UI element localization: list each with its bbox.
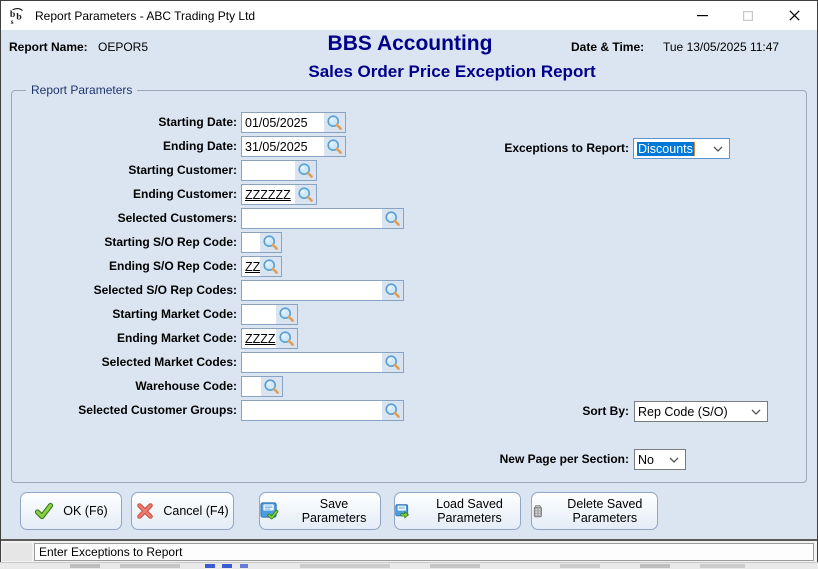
exceptions-to-report-select[interactable]: Discounts	[633, 138, 730, 159]
statusbar-grip	[2, 543, 32, 561]
delete-saved-parameters-button[interactable]: Delete Saved Parameters	[531, 492, 658, 530]
ending-so-rep-code-input[interactable]: ZZ	[241, 256, 282, 277]
magnifier-icon[interactable]	[382, 281, 403, 300]
selected-market-codes-label: Selected Market Codes:	[101, 355, 237, 369]
minimize-icon	[696, 14, 708, 16]
svg-text:s: s	[11, 18, 14, 25]
ending-market-code-label: Ending Market Code:	[116, 331, 237, 345]
selected-customers-label: Selected Customers:	[117, 211, 237, 225]
starting-customer-label: Starting Customer:	[128, 163, 237, 177]
bbs-app-icon: b b s	[10, 7, 23, 25]
field-row-warehouse-code: Warehouse Code:	[1, 376, 818, 397]
magnifier-icon[interactable]	[382, 209, 403, 228]
starting-market-code-input[interactable]	[241, 304, 298, 325]
starting-date-label: Starting Date:	[158, 115, 237, 129]
status-message: Enter Exceptions to Report	[39, 545, 183, 559]
new-page-per-section-label: New Page per Section:	[499, 452, 629, 466]
report-parameters-window: b b s Report Parameters - ABC Trading Pt…	[0, 0, 818, 562]
ending-date-label: Ending Date:	[163, 139, 237, 153]
field-row-ending-customer: Ending Customer: ZZZZZZ	[1, 184, 818, 205]
starting-customer-input[interactable]	[241, 160, 317, 181]
load-icon	[395, 504, 410, 519]
groupbox-title: Report Parameters	[26, 83, 138, 97]
magnifier-icon[interactable]	[382, 353, 403, 372]
warehouse-code-input[interactable]	[241, 376, 283, 397]
exceptions-to-report-label: Exceptions to Report:	[504, 141, 629, 155]
field-row-starting-customer: Starting Customer:	[1, 160, 818, 181]
report-title: Sales Order Price Exception Report	[308, 62, 596, 81]
magnifier-icon[interactable]	[261, 377, 282, 396]
background-window-sliver	[0, 563, 818, 569]
ending-date-input[interactable]: 31/05/2025	[241, 136, 346, 157]
ending-customer-label: Ending Customer:	[133, 187, 237, 201]
svg-text:b: b	[16, 11, 22, 22]
selected-market-codes-input[interactable]	[241, 352, 404, 373]
check-icon	[35, 502, 54, 520]
minimize-button[interactable]	[679, 1, 725, 30]
field-row-selected-market-codes: Selected Market Codes:	[1, 352, 818, 373]
ending-so-rep-code-label: Ending S/O Rep Code:	[109, 259, 237, 273]
close-icon	[788, 10, 800, 21]
field-row-ending-so-rep-code: Ending S/O Rep Code: ZZ	[1, 256, 818, 277]
maximize-icon	[743, 10, 753, 21]
dialog-content: Report Name: OEPOR5 BBS Accounting Sales…	[1, 30, 817, 538]
field-row-ending-market-code: Ending Market Code: ZZZZ	[1, 328, 818, 349]
magnifier-icon[interactable]	[276, 329, 297, 348]
new-page-per-section-select[interactable]: No	[634, 449, 686, 470]
magnifier-icon[interactable]	[276, 305, 297, 324]
statusbar-panel: Enter Exceptions to Report	[34, 543, 814, 561]
magnifier-icon[interactable]	[324, 113, 345, 132]
cancel-button[interactable]: Cancel (F4)	[131, 492, 234, 530]
selected-customer-groups-label: Selected Customer Groups:	[78, 403, 237, 417]
chevron-down-icon	[663, 457, 685, 463]
delete-icon	[533, 505, 542, 518]
magnifier-icon[interactable]	[295, 185, 316, 204]
chevron-down-icon	[707, 146, 729, 152]
warehouse-code-label: Warehouse Code:	[135, 379, 237, 393]
cross-icon	[137, 503, 154, 519]
ending-customer-input[interactable]: ZZZZZZ	[241, 184, 317, 205]
magnifier-icon[interactable]	[260, 257, 281, 276]
sort-by-select[interactable]: Rep Code (S/O)	[634, 401, 768, 422]
load-saved-parameters-button[interactable]: Load Saved Parameters	[394, 492, 521, 530]
field-row-selected-customers: Selected Customers:	[1, 208, 818, 229]
sort-by-label: Sort By:	[582, 404, 629, 418]
window-controls	[679, 1, 817, 30]
selected-customers-input[interactable]	[241, 208, 404, 229]
field-row-starting-market-code: Starting Market Code:	[1, 304, 818, 325]
starting-market-code-label: Starting Market Code:	[112, 307, 237, 321]
ok-button[interactable]: OK (F6)	[20, 492, 122, 530]
magnifier-icon[interactable]	[295, 161, 316, 180]
chevron-down-icon	[745, 409, 767, 415]
save-icon	[260, 502, 279, 520]
text-caret	[693, 141, 695, 156]
field-row-starting-date: Starting Date: 01/05/2025	[1, 112, 818, 133]
close-button[interactable]	[771, 1, 817, 30]
starting-date-input[interactable]: 01/05/2025	[241, 112, 346, 133]
maximize-button[interactable]	[725, 1, 771, 30]
ending-market-code-input[interactable]: ZZZZ	[241, 328, 298, 349]
field-row-selected-so-rep-codes: Selected S/O Rep Codes:	[1, 280, 818, 301]
selected-so-rep-codes-input[interactable]	[241, 280, 404, 301]
titlebar: b b s Report Parameters - ABC Trading Pt…	[1, 1, 817, 30]
datetime-label: Date & Time:	[571, 40, 645, 54]
statusbar: Enter Exceptions to Report	[1, 539, 817, 562]
screen: b b s Report Parameters - ABC Trading Pt…	[0, 0, 818, 569]
starting-so-rep-code-input[interactable]	[241, 232, 282, 253]
selected-so-rep-codes-label: Selected S/O Rep Codes:	[93, 283, 237, 297]
magnifier-icon[interactable]	[324, 137, 345, 156]
starting-so-rep-code-label: Starting S/O Rep Code:	[104, 235, 237, 249]
field-row-starting-so-rep-code: Starting S/O Rep Code:	[1, 232, 818, 253]
save-parameters-button[interactable]: Save Parameters	[259, 492, 381, 530]
window-title: Report Parameters - ABC Trading Pty Ltd	[35, 8, 256, 23]
magnifier-icon[interactable]	[260, 233, 281, 252]
datetime-value: Tue 13/05/2025 11:47	[663, 40, 780, 54]
